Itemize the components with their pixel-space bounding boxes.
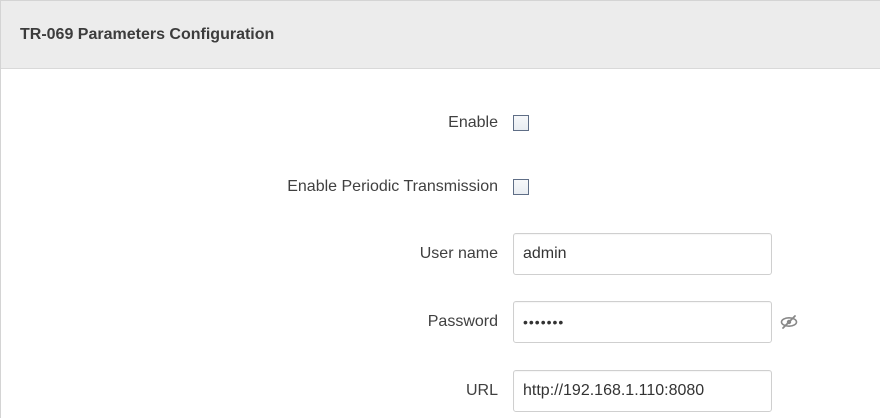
enable-checkbox[interactable]: [513, 115, 529, 131]
enable-label: Enable: [448, 114, 498, 131]
password-label: Password: [427, 313, 498, 330]
periodic-transmission-checkbox[interactable]: [513, 179, 529, 195]
password-masked-value: •••••••: [523, 314, 565, 330]
periodic-transmission-row: Enable Periodic Transmission: [1, 167, 880, 207]
tr069-config-panel: TR-069 Parameters Configuration Enable E…: [0, 0, 880, 418]
enable-row: Enable: [1, 103, 880, 143]
url-row: URL: [1, 370, 880, 412]
username-input[interactable]: [513, 233, 772, 275]
url-label: URL: [465, 382, 498, 399]
password-row: Password •••••••: [1, 301, 880, 343]
username-label: User name: [419, 245, 498, 262]
panel-header: TR-069 Parameters Configuration: [1, 1, 880, 69]
password-input[interactable]: •••••••: [513, 301, 772, 343]
eye-slash-icon[interactable]: [778, 313, 800, 331]
username-row: User name: [1, 233, 880, 275]
periodic-transmission-label: Enable Periodic Transmission: [287, 178, 498, 195]
panel-title: TR-069 Parameters Configuration: [20, 25, 275, 43]
url-input[interactable]: [513, 370, 772, 412]
